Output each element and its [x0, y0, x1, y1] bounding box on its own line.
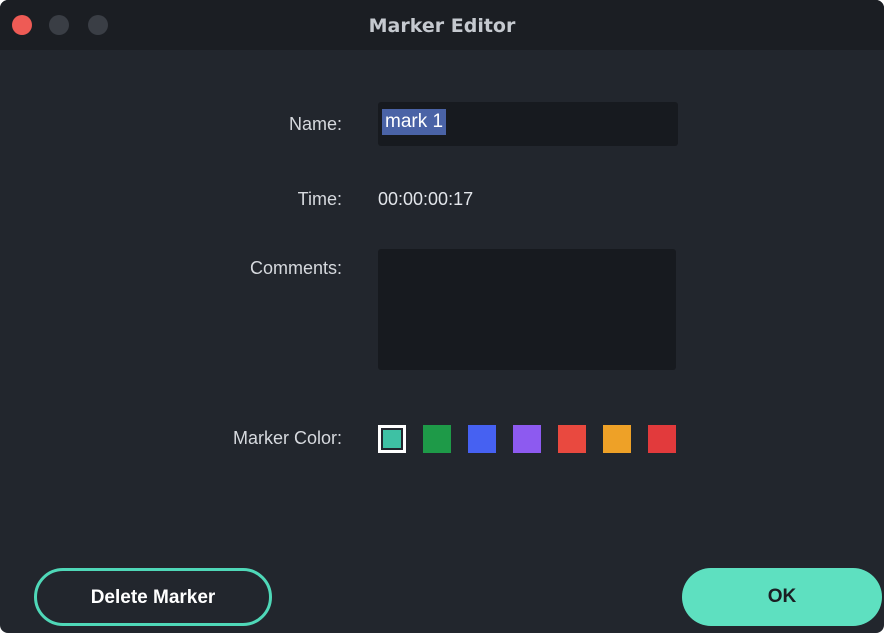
marker-color-label: Marker Color: [232, 428, 342, 448]
ok-button[interactable]: OK [682, 568, 882, 626]
color-swatch-green[interactable] [423, 425, 451, 453]
name-label: Name: [288, 114, 342, 134]
comments-textarea[interactable] [378, 249, 676, 370]
color-swatch-purple[interactable] [513, 425, 541, 453]
color-swatch-teal[interactable] [378, 425, 406, 453]
color-swatch-red[interactable] [648, 425, 676, 453]
color-swatch-red-orange[interactable] [558, 425, 586, 453]
comments-label: Comments: [249, 258, 342, 278]
color-swatch-fill [383, 430, 401, 448]
delete-marker-button[interactable]: Delete Marker [34, 568, 272, 626]
time-value: 00:00:00:17 [378, 189, 474, 209]
marker-editor-window: Marker Editor Name: mark 1 Time: 00:00:0… [0, 0, 884, 633]
name-input-value: mark 1 [382, 109, 447, 135]
color-swatch-blue[interactable] [468, 425, 496, 453]
window-title: Marker Editor [368, 15, 516, 37]
color-swatch-orange[interactable] [603, 425, 631, 453]
time-label: Time: [297, 189, 342, 209]
title-bar: Marker Editor [0, 0, 884, 50]
name-input[interactable]: mark 1 [378, 102, 678, 146]
